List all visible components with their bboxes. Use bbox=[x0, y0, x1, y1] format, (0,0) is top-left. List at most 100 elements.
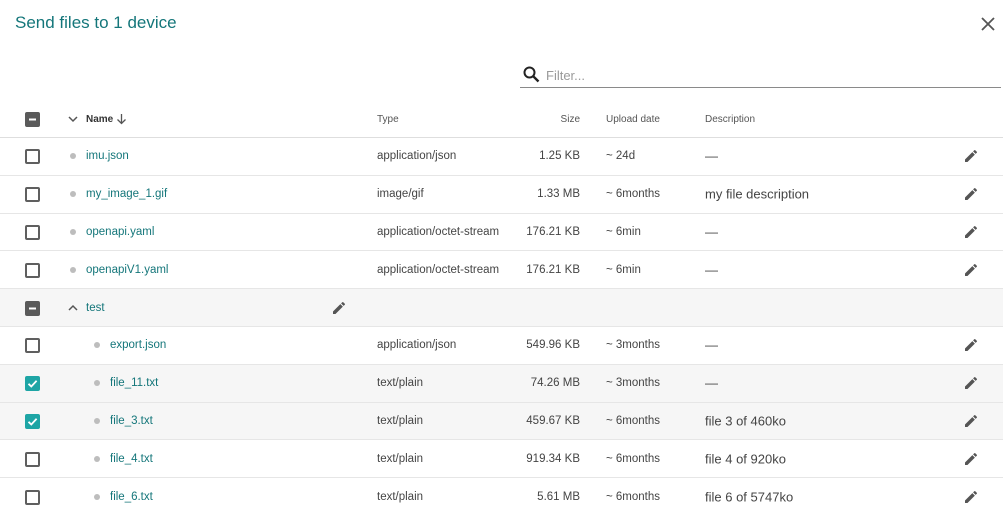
pencil-icon[interactable] bbox=[963, 224, 979, 240]
file-type: image/gif bbox=[377, 188, 424, 201]
folder-name[interactable]: test bbox=[86, 302, 105, 314]
file-name[interactable]: file_4.txt bbox=[110, 453, 153, 465]
file-dot bbox=[94, 342, 100, 349]
close-icon[interactable] bbox=[978, 14, 998, 34]
file-size: 74.26 MB bbox=[530, 377, 580, 390]
pencil-icon[interactable] bbox=[963, 375, 979, 391]
file-dot bbox=[70, 191, 76, 198]
pencil-icon[interactable] bbox=[963, 489, 979, 505]
pencil-icon[interactable] bbox=[963, 186, 979, 202]
arrow-down-icon[interactable] bbox=[116, 113, 127, 125]
file-upload-date: ~ 6months bbox=[606, 490, 661, 503]
file-upload-date: ~ 6months bbox=[606, 452, 661, 465]
file-description: — bbox=[705, 224, 718, 240]
row-checkbox[interactable] bbox=[25, 224, 40, 240]
file-list: imu.json application/json 1.25 KB ~ 24d … bbox=[0, 138, 1003, 513]
table-row: file_3.txt text/plain 459.67 KB ~ 6month… bbox=[0, 402, 1003, 441]
file-size: 5.61 MB bbox=[537, 490, 580, 503]
file-dot bbox=[70, 153, 76, 160]
row-checkbox[interactable] bbox=[25, 451, 40, 467]
file-type: application/json bbox=[377, 339, 457, 352]
file-upload-date: ~ 3months bbox=[606, 339, 661, 352]
file-upload-date: ~ 6months bbox=[606, 414, 661, 427]
pencil-icon[interactable] bbox=[331, 300, 347, 316]
file-name[interactable]: file_3.txt bbox=[110, 415, 153, 427]
pencil-icon[interactable] bbox=[963, 413, 979, 429]
table-row: file_11.txt text/plain 74.26 MB ~ 3month… bbox=[0, 364, 1003, 403]
file-name[interactable]: file_11.txt bbox=[110, 377, 158, 389]
table-row: imu.json application/json 1.25 KB ~ 24d … bbox=[0, 138, 1003, 176]
row-checkbox[interactable] bbox=[25, 262, 40, 278]
folder-row: test bbox=[0, 289, 1003, 327]
file-description: — bbox=[705, 262, 718, 278]
minus-icon bbox=[29, 118, 36, 120]
file-size: 176.21 KB bbox=[526, 263, 580, 276]
column-header-size[interactable]: Size bbox=[561, 114, 580, 125]
check-icon bbox=[27, 380, 38, 388]
file-name[interactable]: openapi.yaml bbox=[86, 226, 154, 238]
file-type: text/plain bbox=[377, 452, 424, 465]
row-checkbox[interactable] bbox=[25, 489, 40, 505]
file-dot bbox=[94, 380, 100, 387]
file-type: text/plain bbox=[377, 490, 424, 503]
file-description: — bbox=[705, 375, 718, 391]
file-description: file 3 of 460ko bbox=[705, 413, 786, 429]
folder-checkbox[interactable] bbox=[25, 300, 40, 316]
dialog-title: Send files to 1 device bbox=[15, 13, 177, 32]
file-size: 549.96 KB bbox=[526, 339, 580, 352]
file-size: 1.33 MB bbox=[537, 188, 580, 201]
check-icon bbox=[27, 418, 38, 426]
file-upload-date: ~ 6min bbox=[606, 263, 641, 276]
table-row: file_4.txt text/plain 919.34 KB ~ 6month… bbox=[0, 440, 1003, 479]
file-dot bbox=[70, 228, 76, 235]
file-upload-date: ~ 24d bbox=[606, 150, 636, 163]
file-dot bbox=[94, 417, 100, 424]
file-name[interactable]: my_image_1.gif bbox=[86, 188, 167, 200]
table-row: file_6.txt text/plain 5.61 MB ~ 6months … bbox=[0, 478, 1003, 513]
file-type: text/plain bbox=[377, 377, 424, 390]
file-size: 1.25 KB bbox=[539, 150, 580, 163]
file-name[interactable]: openapiV1.yaml bbox=[86, 264, 168, 276]
column-header-type[interactable]: Type bbox=[377, 114, 399, 125]
file-dot bbox=[94, 493, 100, 500]
table-row: export.json application/json 549.96 KB ~… bbox=[0, 327, 1003, 365]
row-checkbox[interactable] bbox=[25, 187, 40, 203]
filter-input[interactable] bbox=[546, 64, 986, 86]
row-checkbox[interactable] bbox=[25, 376, 40, 392]
file-type: text/plain bbox=[377, 414, 424, 427]
file-type: application/json bbox=[377, 150, 457, 163]
file-upload-date: ~ 6min bbox=[606, 225, 641, 238]
file-name[interactable]: file_6.txt bbox=[110, 491, 153, 503]
column-header-name[interactable]: Name bbox=[86, 114, 113, 125]
file-dot bbox=[70, 266, 76, 273]
file-description: file 4 of 920ko bbox=[705, 451, 786, 467]
pencil-icon[interactable] bbox=[963, 337, 979, 353]
pencil-icon[interactable] bbox=[963, 451, 979, 467]
table-row: openapiV1.yaml application/octet-stream … bbox=[0, 251, 1003, 290]
chevron-up-icon[interactable] bbox=[67, 302, 79, 314]
row-checkbox[interactable] bbox=[25, 413, 40, 429]
file-size: 459.67 KB bbox=[526, 414, 580, 427]
file-upload-date: ~ 6months bbox=[606, 188, 661, 201]
file-type: application/octet-stream bbox=[377, 225, 500, 238]
file-description: my file description bbox=[705, 186, 810, 202]
file-upload-date: ~ 3months bbox=[606, 377, 661, 390]
table-row: openapi.yaml application/octet-stream 17… bbox=[0, 214, 1003, 252]
pencil-icon[interactable] bbox=[963, 262, 979, 278]
file-type: application/octet-stream bbox=[377, 263, 500, 276]
file-description: — bbox=[705, 337, 718, 353]
file-name[interactable]: imu.json bbox=[86, 150, 129, 162]
select-all-checkbox[interactable] bbox=[25, 111, 40, 127]
chevron-down-icon[interactable] bbox=[67, 113, 79, 125]
pencil-icon[interactable] bbox=[963, 148, 979, 164]
file-name[interactable]: export.json bbox=[110, 339, 166, 351]
row-checkbox[interactable] bbox=[25, 149, 40, 165]
table-header: Name Type Size Upload date Description bbox=[0, 100, 1003, 138]
row-checkbox[interactable] bbox=[25, 338, 40, 354]
file-description: file 6 of 5747ko bbox=[705, 489, 794, 505]
column-header-upload-date[interactable]: Upload date bbox=[606, 114, 660, 125]
minus-icon bbox=[29, 307, 36, 310]
filter-field bbox=[520, 62, 1001, 88]
file-dot bbox=[94, 455, 100, 462]
table-row: my_image_1.gif image/gif 1.33 MB ~ 6mont… bbox=[0, 176, 1003, 214]
